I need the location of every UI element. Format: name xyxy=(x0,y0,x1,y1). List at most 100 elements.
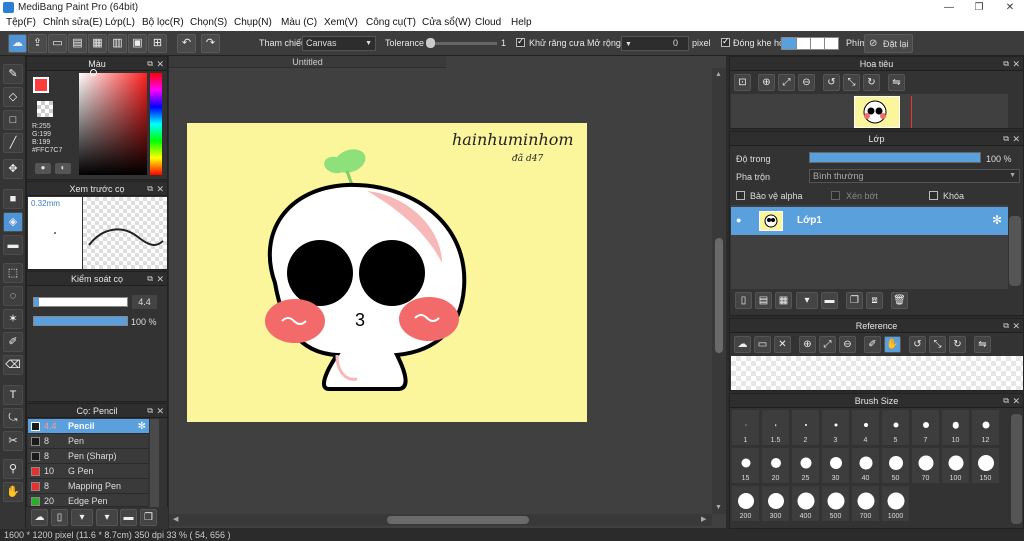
color-add-icon[interactable]: ◐ xyxy=(55,163,71,174)
layer-folder-icon[interactable]: ▬ xyxy=(821,292,838,309)
brush-item[interactable]: 8 Pen (Sharp) xyxy=(28,449,148,464)
expand-icon[interactable]: ⧉ xyxy=(1003,57,1009,71)
close-icon[interactable]: ✕ xyxy=(1012,319,1020,333)
expand-icon[interactable]: ⧉ xyxy=(147,272,153,286)
document-tab[interactable]: Untitled xyxy=(169,56,446,68)
menu-color[interactable]: Màu (C) xyxy=(281,17,317,28)
add-brush-icon[interactable]: ▾ xyxy=(71,509,93,526)
brush-options-icon[interactable]: ▾ xyxy=(96,509,118,526)
zoom-reset-icon[interactable]: ⊡ xyxy=(734,74,751,91)
brush-size-cell[interactable]: 4 xyxy=(851,409,880,446)
duplicate-layer-icon[interactable]: ❐ xyxy=(846,292,863,309)
layer-row[interactable]: ● Lớp1 ✻ xyxy=(731,207,1008,235)
rotate-reset-icon[interactable]: ⤡ xyxy=(929,336,946,353)
brush-size-cell[interactable]: 5 xyxy=(881,409,910,446)
move-tool-icon[interactable]: ✥ xyxy=(3,159,23,179)
reference-view[interactable] xyxy=(731,356,1023,390)
close-icon[interactable]: ✕ xyxy=(1012,132,1020,146)
tolerance-slider[interactable] xyxy=(427,42,497,45)
brush-size-value[interactable]: 4.4 xyxy=(132,295,157,309)
operation-tool-icon[interactable]: ⤿ xyxy=(3,408,23,428)
fit-screen-icon[interactable]: ⤢ xyxy=(819,336,836,353)
eyedropper-icon[interactable]: ✐ xyxy=(864,336,881,353)
brush-tool-icon[interactable]: ✎ xyxy=(3,64,23,84)
scroll-down-icon[interactable]: ▼ xyxy=(715,504,722,511)
brush-size-cell[interactable]: 1.5 xyxy=(761,409,790,446)
tolerance-slider-handle[interactable] xyxy=(426,38,435,48)
close-icon[interactable]: ✕ xyxy=(156,404,164,418)
scroll-up-icon[interactable]: ▲ xyxy=(715,71,722,78)
rotate-left-icon[interactable]: ↺ xyxy=(823,74,840,91)
scroll-left-icon[interactable]: ◀ xyxy=(173,515,178,523)
close-icon[interactable]: ✕ xyxy=(1012,57,1020,71)
eraser-tool-icon[interactable]: ◇ xyxy=(3,87,23,107)
zoom-out-icon[interactable]: ⊖ xyxy=(798,74,815,91)
rotate-reset-icon[interactable]: ⤡ xyxy=(843,74,860,91)
undo-icon[interactable]: ↶ xyxy=(177,34,196,53)
minimize-button[interactable]: — xyxy=(935,0,963,15)
brush-size-cell[interactable]: 3 xyxy=(821,409,850,446)
open-folder-icon[interactable]: ▭ xyxy=(754,336,771,353)
select-rect-tool-icon[interactable]: ⬚ xyxy=(3,263,23,283)
hue-slider[interactable] xyxy=(150,73,162,175)
brush-size-cell[interactable]: 1 xyxy=(731,409,760,446)
frame-icon[interactable]: ⊞ xyxy=(148,34,167,53)
brush-size-cell[interactable]: 200 xyxy=(731,485,760,522)
antialias-checkbox[interactable] xyxy=(516,36,525,47)
brush-size-cell[interactable]: 50 xyxy=(881,447,910,484)
text-tool-icon[interactable]: T xyxy=(3,385,23,405)
brush-size-cell[interactable]: 700 xyxy=(851,485,880,522)
horizontal-scroll-thumb[interactable] xyxy=(387,516,529,524)
cloud-download-icon[interactable]: ☁ xyxy=(31,509,48,526)
blend-mode-select[interactable]: Bình thường ▼ xyxy=(809,169,1020,183)
brush-size-cell[interactable]: 500 xyxy=(821,485,850,522)
zoom-in-icon[interactable]: ⊕ xyxy=(799,336,816,353)
new-brush-icon[interactable]: ▯ xyxy=(51,509,68,526)
new-halftone-layer-icon[interactable]: ▤ xyxy=(755,292,772,309)
expand-icon[interactable]: ⧉ xyxy=(147,57,153,71)
merge-layer-icon[interactable]: ⧈ xyxy=(866,292,883,309)
menu-layer[interactable]: Lớp(L) xyxy=(105,17,135,28)
select-pen-tool-icon[interactable]: ✐ xyxy=(3,332,23,352)
brush-list-scrollbar[interactable] xyxy=(150,419,159,508)
menu-capture[interactable]: Chụp(N) xyxy=(234,17,272,28)
brush-size-cell[interactable]: 70 xyxy=(911,447,940,484)
vertical-scroll-thumb[interactable] xyxy=(715,238,723,353)
pen-tool-icon[interactable]: ╱ xyxy=(3,133,23,153)
reference-cloud-icon[interactable]: ☁ xyxy=(734,336,751,353)
menu-help[interactable]: Help xyxy=(511,17,532,28)
brush-size-cell[interactable]: 300 xyxy=(761,485,790,522)
gear-icon[interactable]: ✻ xyxy=(138,419,146,434)
expand-icon[interactable]: ⧉ xyxy=(147,182,153,196)
reference-select[interactable]: Canvas ▼ xyxy=(302,36,376,51)
document-icon[interactable]: ▦ xyxy=(88,34,107,53)
brush-item[interactable]: 10 G Pen xyxy=(28,464,148,479)
close-gap-checkbox[interactable] xyxy=(721,36,730,47)
main-color-swatch[interactable] xyxy=(33,77,49,93)
protect-alpha-checkbox[interactable] xyxy=(736,191,745,200)
flip-horizontal-icon[interactable]: ⇋ xyxy=(974,336,991,353)
menu-window[interactable]: Cửa sổ(W) xyxy=(422,17,471,28)
comment-icon[interactable]: ▭ xyxy=(48,34,67,53)
select-eraser-tool-icon[interactable]: ⌫ xyxy=(3,355,23,375)
redo-icon[interactable]: ↷ xyxy=(201,34,220,53)
gap-level-selector[interactable] xyxy=(781,37,839,50)
brush-item[interactable]: 8 Pen xyxy=(28,434,148,449)
hand-tool-icon[interactable]: ✋ xyxy=(3,482,23,502)
grid-icon[interactable]: ▥ xyxy=(108,34,127,53)
add-layer-menu-icon[interactable]: ▾ xyxy=(796,292,818,309)
brush-item[interactable]: 4.4 Pencil ✻ xyxy=(28,419,149,434)
share-icon[interactable]: ⇪ xyxy=(28,34,47,53)
menu-filter[interactable]: Bộ lọc(R) xyxy=(142,17,184,28)
brush-size-cell[interactable]: 12 xyxy=(971,409,1000,446)
close-reference-icon[interactable]: ✕ xyxy=(774,336,791,353)
brush-item[interactable]: 20 Edge Pen xyxy=(28,494,148,507)
sub-color-swatch[interactable] xyxy=(37,101,53,117)
eyedropper-tool-icon[interactable]: ⚲ xyxy=(3,459,23,479)
note-icon[interactable]: ▤ xyxy=(68,34,87,53)
close-button[interactable]: ✕ xyxy=(996,0,1024,15)
saturation-value-picker[interactable] xyxy=(79,73,147,175)
new-8bit-layer-icon[interactable]: ▦ xyxy=(775,292,792,309)
zoom-in-icon[interactable]: ⊕ xyxy=(758,74,775,91)
menu-tools[interactable]: Công cụ(T) xyxy=(366,17,416,28)
